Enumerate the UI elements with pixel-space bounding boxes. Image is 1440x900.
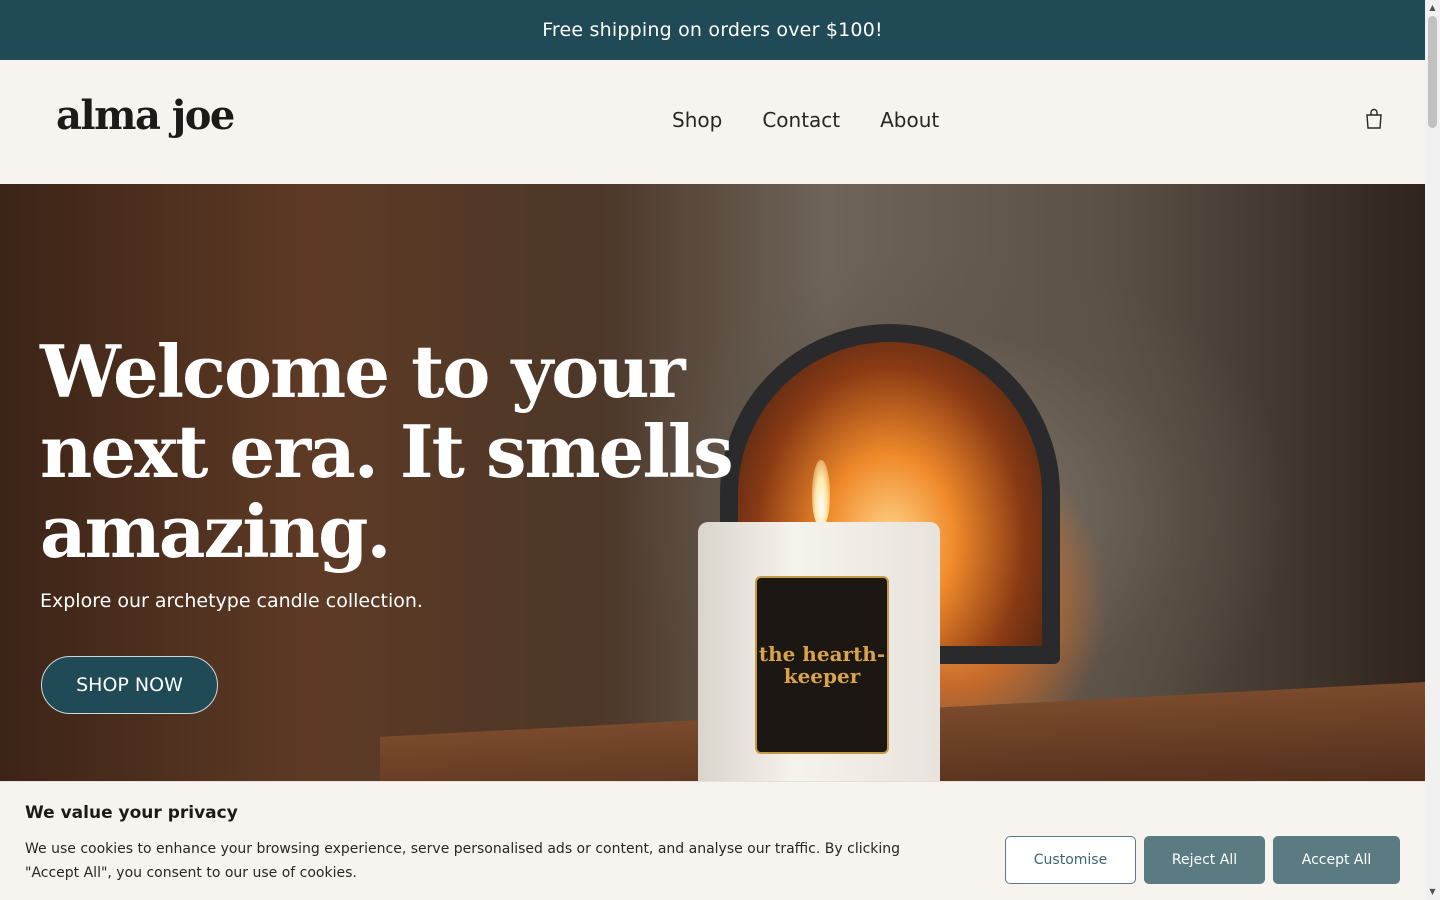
- nav-shop[interactable]: Shop: [672, 108, 722, 132]
- cookie-banner: We value your privacy We use cookies to …: [0, 781, 1425, 900]
- scroll-up-icon[interactable]: ▲: [1428, 3, 1437, 12]
- nav-about[interactable]: About: [880, 108, 939, 132]
- candle-label-text: the hearth-keeper: [758, 642, 886, 688]
- cookie-text: We use cookies to enhance your browsing …: [25, 841, 901, 881]
- site-header: alma joe Shop Contact About: [0, 60, 1425, 184]
- reject-all-button[interactable]: Reject All: [1144, 836, 1265, 884]
- shop-now-button[interactable]: SHOP NOW: [41, 656, 218, 714]
- announcement-bar: Free shipping on orders over $100!: [0, 0, 1425, 60]
- page-scrollbar[interactable]: ▲ ▼: [1425, 0, 1440, 900]
- hero-section: the hearth-keeper Welcome to your next e…: [0, 184, 1425, 784]
- logo[interactable]: alma joe: [56, 92, 235, 139]
- candle-label: the hearth-keeper: [755, 576, 889, 754]
- announcement-text: Free shipping on orders over $100!: [542, 19, 883, 41]
- accept-all-button[interactable]: Accept All: [1273, 836, 1400, 884]
- customise-button[interactable]: Customise: [1005, 836, 1136, 884]
- main-nav: Shop Contact About: [672, 108, 939, 132]
- shopping-bag-icon[interactable]: [1364, 108, 1384, 130]
- hero-title: Welcome to your next era. It smells amaz…: [40, 329, 734, 574]
- nav-contact[interactable]: Contact: [762, 108, 840, 132]
- scroll-down-icon[interactable]: ▼: [1428, 887, 1437, 896]
- cookie-title: We value your privacy: [25, 803, 238, 823]
- hero-subtitle: Explore our archetype candle collection.: [40, 590, 423, 612]
- candle-flame-image: [812, 460, 830, 526]
- scrollbar-thumb[interactable]: [1428, 16, 1437, 128]
